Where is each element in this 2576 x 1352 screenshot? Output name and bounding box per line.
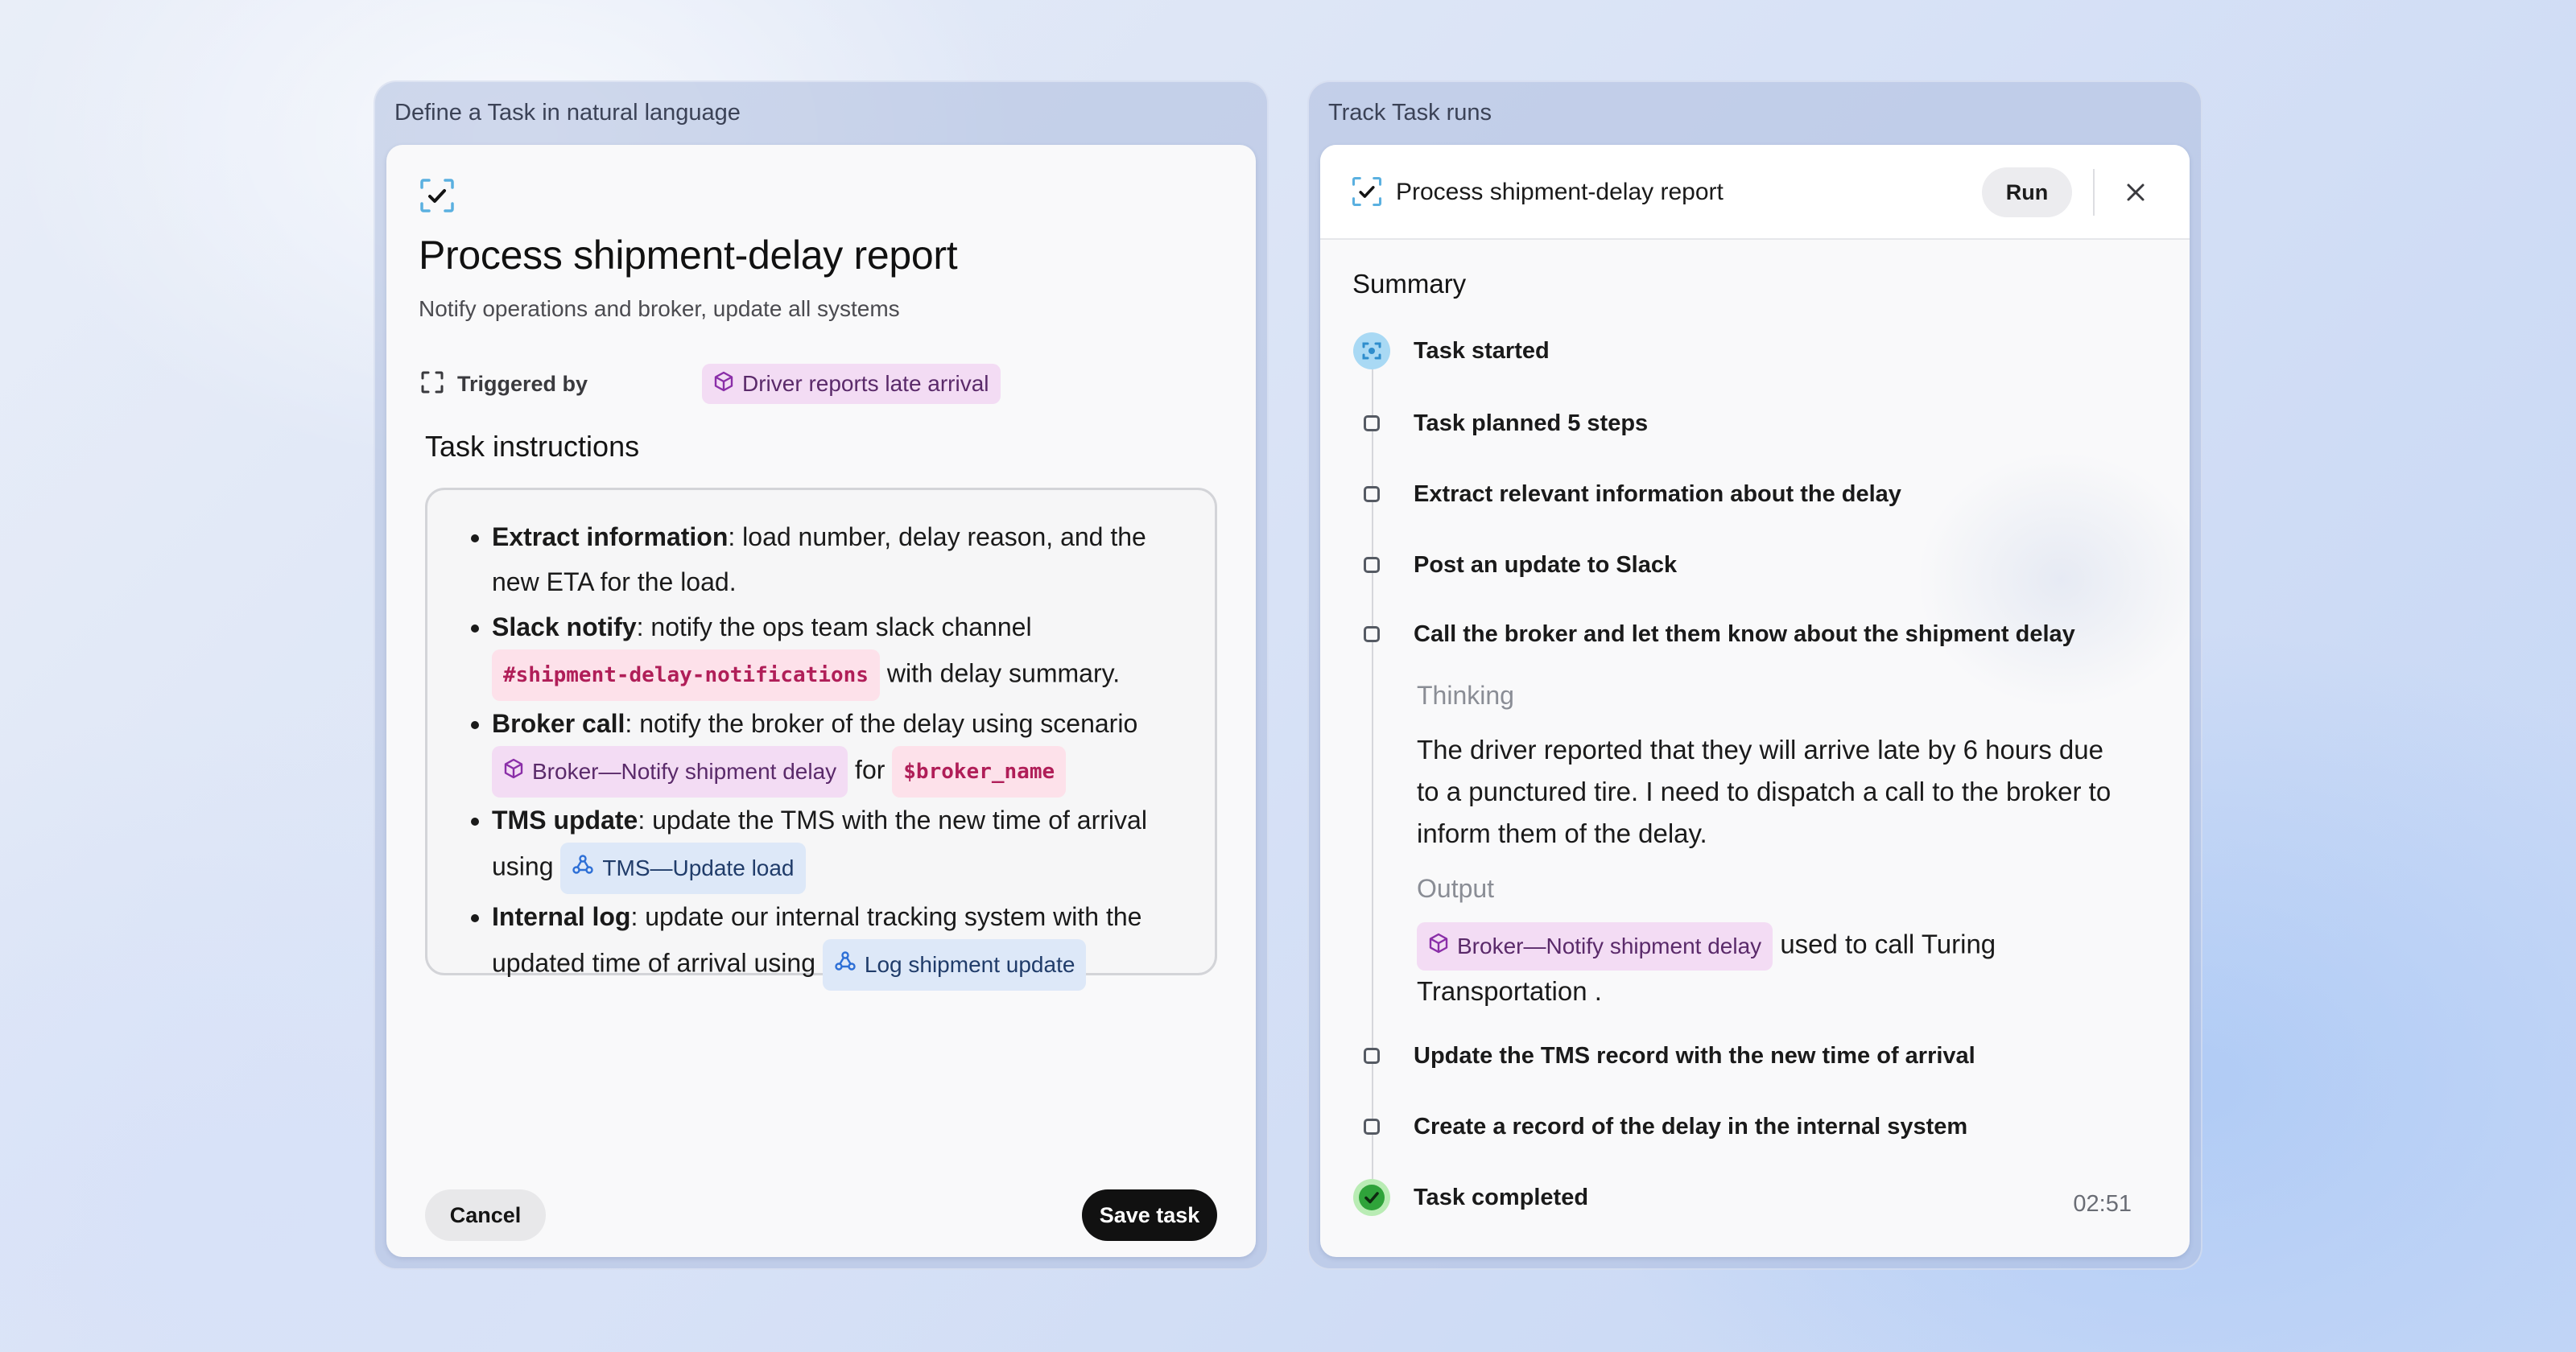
step-label: Update the TMS record with the new time … (1414, 1042, 1975, 1069)
run-title: Process shipment-delay report (1396, 179, 1724, 205)
thinking-label: Thinking (1417, 681, 1514, 710)
timeline-step-completed: Task completed (1352, 1178, 1588, 1217)
output-text: Broker—Notify shipment delay used to cal… (1417, 922, 2125, 1012)
panel-title: Define a Task in natural language (394, 100, 741, 126)
broker-scenario-chip[interactable]: Broker—Notify shipment delay (492, 746, 848, 798)
task-run-card: Process shipment-delay report Run Summar… (1320, 145, 2190, 1257)
step-label: Task completed (1414, 1184, 1589, 1210)
check-circle-icon (1352, 1178, 1391, 1217)
instruction-title: Extract information (492, 522, 729, 551)
log-shipment-chip[interactable]: Log shipment update (822, 939, 1087, 991)
instruction-item: Extract information: load number, delay … (492, 514, 1191, 604)
cube-icon (503, 749, 524, 794)
cube-icon (713, 371, 734, 398)
header-divider (2093, 169, 2095, 216)
instruction-text: : notify the broker of the delay using s… (625, 709, 1138, 738)
instructions-editor[interactable]: Extract information: load number, delay … (425, 488, 1217, 991)
task-check-icon (1351, 175, 1383, 208)
instruction-title: TMS update (492, 806, 638, 835)
instruction-item: Broker call: notify the broker of the de… (492, 701, 1191, 798)
thinking-text: The driver reported that they will arriv… (1417, 735, 2112, 848)
cancel-button[interactable]: Cancel (425, 1189, 546, 1241)
instruction-title: Slack notify (492, 612, 637, 641)
instruction-text: with delay summary. (879, 658, 1121, 688)
timeline-step: Create a record of the delay in the inte… (1352, 1107, 1967, 1146)
chip-label: Broker—Notify shipment delay (532, 759, 837, 784)
step-label: Extract relevant information about the d… (1414, 480, 1901, 507)
chip-label: Log shipment update (864, 952, 1075, 977)
instruction-title: Internal log (492, 902, 631, 931)
spinner-icon (1352, 332, 1391, 370)
close-icon[interactable] (2122, 179, 2149, 206)
instruction-title: Broker call (492, 709, 625, 738)
step-label: Post an update to Slack (1414, 551, 1678, 578)
webhook-icon (572, 846, 594, 891)
step-square-icon (1352, 615, 1391, 653)
instruction-text: : notify the ops team slack channel (636, 612, 1032, 641)
output-label: Output (1417, 874, 1495, 903)
step-square-icon (1352, 1107, 1391, 1146)
instructions-heading: Task instructions (425, 430, 640, 463)
timeline-step-active[interactable]: Call the broker and let them know about … (1352, 615, 2075, 653)
step-label: Task started (1414, 337, 1550, 364)
track-runs-panel: Track Task runs Process shipment-delay r… (1307, 80, 2202, 1270)
run-header: Process shipment-delay report Run (1320, 145, 2190, 240)
instructions-list: Extract information: load number, delay … (452, 514, 1191, 991)
background-glow (1916, 451, 2190, 708)
timeline-step: Extract relevant information about the d… (1352, 475, 1901, 513)
task-subtitle: Notify operations and broker, update all… (419, 296, 900, 321)
step-label: Create a record of the delay in the inte… (1414, 1113, 1968, 1140)
panel-title: Track Task runs (1328, 100, 1492, 126)
output-scenario-chip[interactable]: Broker—Notify shipment delay (1417, 922, 1773, 971)
task-check-icon (419, 177, 456, 214)
trigger-chip[interactable]: Driver reports late arrival (702, 364, 1001, 404)
chip-label: Broker—Notify shipment delay (1457, 934, 1762, 958)
instruction-item: TMS update: update the TMS with the new … (492, 798, 1191, 894)
task-title: Process shipment-delay report (419, 233, 958, 278)
broker-name-variable-chip[interactable]: $broker_name (892, 746, 1067, 798)
trigger-row: Triggered by (420, 364, 588, 404)
save-task-button[interactable]: Save task (1082, 1189, 1217, 1241)
define-task-panel: Define a Task in natural language Proces… (374, 80, 1269, 1270)
webhook-icon (834, 942, 857, 987)
step-square-icon (1352, 546, 1391, 584)
slack-channel-chip[interactable]: #shipment-delay-notifications (492, 649, 880, 701)
step-square-icon (1352, 475, 1391, 513)
instruction-item: Slack notify: notify the ops team slack … (492, 604, 1191, 701)
step-square-icon (1352, 1037, 1391, 1075)
trigger-frame-icon (420, 370, 444, 398)
chip-label: TMS—Update load (602, 855, 795, 880)
task-editor-card: Process shipment-delay report Notify ope… (386, 145, 1256, 1257)
cube-icon (1428, 925, 1449, 967)
step-square-icon (1352, 404, 1391, 443)
timeline-step-started: Task started (1352, 332, 1550, 370)
triggered-by-label: Triggered by (457, 371, 588, 396)
tms-update-chip[interactable]: TMS—Update load (560, 843, 806, 894)
summary-title: Summary (1352, 269, 1467, 299)
instruction-text: for (855, 755, 886, 785)
instruction-item: Internal log: update our internal tracki… (492, 894, 1191, 991)
timeline-step: Task planned 5 steps (1352, 404, 1648, 443)
elapsed-time: 02:51 (2073, 1191, 2132, 1217)
run-button[interactable]: Run (1982, 167, 2072, 217)
timeline-step: Post an update to Slack (1352, 546, 1677, 584)
trigger-chip-label: Driver reports late arrival (742, 371, 989, 396)
timeline-step: Update the TMS record with the new time … (1352, 1037, 1975, 1075)
step-label: Task planned 5 steps (1414, 410, 1649, 436)
step-label: Call the broker and let them know about … (1414, 620, 2075, 647)
